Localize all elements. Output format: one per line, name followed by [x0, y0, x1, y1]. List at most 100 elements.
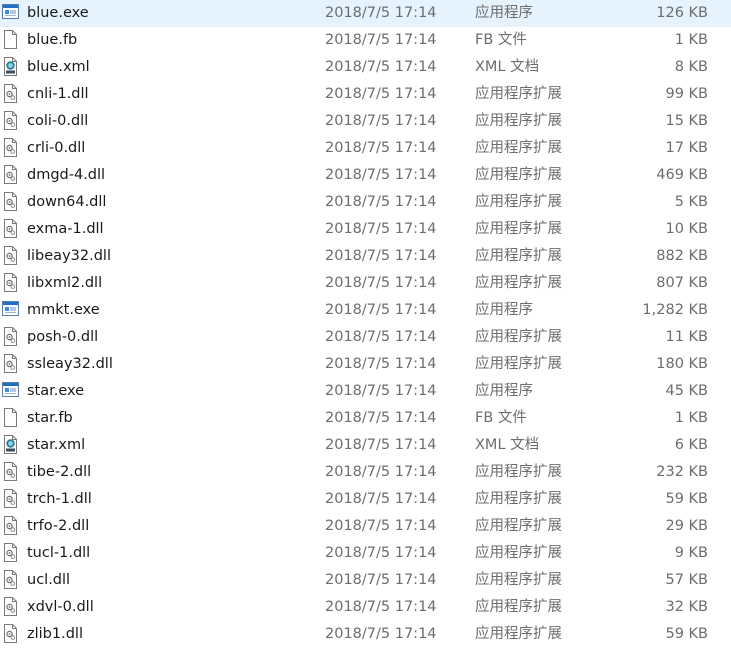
file-type: 应用程序扩展: [475, 329, 562, 345]
file-name: trfo-2.dll: [27, 518, 90, 534]
file-size: 32 KB: [665, 599, 708, 615]
file-date-modified: 2018/7/5 17:14: [325, 356, 437, 372]
file-type: FB 文件: [475, 32, 527, 48]
file-row[interactable]: mmkt.exe 2018/7/5 17:14 应用程序 1,282 KB: [0, 297, 731, 324]
file-size: 5 KB: [674, 194, 708, 210]
file-type: FB 文件: [475, 410, 527, 426]
file-date-modified: 2018/7/5 17:14: [325, 302, 437, 318]
file-date-modified: 2018/7/5 17:14: [325, 437, 437, 453]
dll-icon: [2, 543, 19, 562]
file-row[interactable]: cnli-1.dll 2018/7/5 17:14 应用程序扩展 99 KB: [0, 81, 731, 108]
file-date-modified: 2018/7/5 17:14: [325, 221, 437, 237]
file-row[interactable]: blue.exe 2018/7/5 17:14 应用程序 126 KB: [0, 0, 731, 27]
dll-icon: [2, 462, 19, 481]
file-row[interactable]: dmgd-4.dll 2018/7/5 17:14 应用程序扩展 469 KB: [0, 162, 731, 189]
file-row[interactable]: star.fb 2018/7/5 17:14 FB 文件 1 KB: [0, 405, 731, 432]
file-name: crli-0.dll: [27, 140, 86, 156]
file-size: 17 KB: [665, 140, 708, 156]
file-row[interactable]: tucl-1.dll 2018/7/5 17:14 应用程序扩展 9 KB: [0, 540, 731, 567]
file-row[interactable]: blue.xml 2018/7/5 17:14 XML 文档 8 KB: [0, 54, 731, 81]
file-date-modified: 2018/7/5 17:14: [325, 140, 437, 156]
file-type: XML 文档: [475, 437, 540, 453]
file-row[interactable]: trfo-2.dll 2018/7/5 17:14 应用程序扩展 29 KB: [0, 513, 731, 540]
file-size: 882 KB: [656, 248, 708, 264]
file-row[interactable]: star.xml 2018/7/5 17:14 XML 文档 6 KB: [0, 432, 731, 459]
file-type: 应用程序扩展: [475, 140, 562, 156]
blank-file-icon: [2, 30, 19, 49]
file-type: XML 文档: [475, 59, 540, 75]
file-size: 9 KB: [674, 545, 708, 561]
file-type: 应用程序扩展: [475, 626, 562, 642]
dll-icon: [2, 246, 19, 265]
file-row[interactable]: down64.dll 2018/7/5 17:14 应用程序扩展 5 KB: [0, 189, 731, 216]
file-date-modified: 2018/7/5 17:14: [325, 599, 437, 615]
file-type: 应用程序扩展: [475, 221, 562, 237]
file-row[interactable]: xdvl-0.dll 2018/7/5 17:14 应用程序扩展 32 KB: [0, 594, 731, 621]
file-row[interactable]: trch-1.dll 2018/7/5 17:14 应用程序扩展 59 KB: [0, 486, 731, 513]
file-name: cnli-1.dll: [27, 86, 89, 102]
file-row[interactable]: star.exe 2018/7/5 17:14 应用程序 45 KB: [0, 378, 731, 405]
dll-icon: [2, 354, 19, 373]
file-row[interactable]: exma-1.dll 2018/7/5 17:14 应用程序扩展 10 KB: [0, 216, 731, 243]
file-size: 1,282 KB: [642, 302, 708, 318]
file-date-modified: 2018/7/5 17:14: [325, 410, 437, 426]
file-size: 57 KB: [665, 572, 708, 588]
dll-icon: [2, 111, 19, 130]
file-name: xdvl-0.dll: [27, 599, 94, 615]
file-type: 应用程序扩展: [475, 356, 562, 372]
file-row[interactable]: libeay32.dll 2018/7/5 17:14 应用程序扩展 882 KB: [0, 243, 731, 270]
file-name: posh-0.dll: [27, 329, 99, 345]
file-row[interactable]: libxml2.dll 2018/7/5 17:14 应用程序扩展 807 KB: [0, 270, 731, 297]
file-row[interactable]: coli-0.dll 2018/7/5 17:14 应用程序扩展 15 KB: [0, 108, 731, 135]
file-row[interactable]: tibe-2.dll 2018/7/5 17:14 应用程序扩展 232 KB: [0, 459, 731, 486]
file-date-modified: 2018/7/5 17:14: [325, 329, 437, 345]
file-type: 应用程序: [475, 383, 533, 399]
file-row[interactable]: blue.fb 2018/7/5 17:14 FB 文件 1 KB: [0, 27, 731, 54]
exe-icon: [2, 381, 19, 400]
dll-icon: [2, 327, 19, 346]
file-date-modified: 2018/7/5 17:14: [325, 491, 437, 507]
dll-icon: [2, 624, 19, 643]
file-name: tucl-1.dll: [27, 545, 91, 561]
file-size: 29 KB: [665, 518, 708, 534]
file-size: 807 KB: [656, 275, 708, 291]
dll-icon: [2, 273, 19, 292]
file-name: trch-1.dll: [27, 491, 92, 507]
file-date-modified: 2018/7/5 17:14: [325, 518, 437, 534]
file-size: 1 KB: [674, 410, 708, 426]
exe-icon: [2, 3, 19, 22]
dll-icon: [2, 84, 19, 103]
dll-icon: [2, 138, 19, 157]
file-date-modified: 2018/7/5 17:14: [325, 464, 437, 480]
dll-icon: [2, 192, 19, 211]
file-row[interactable]: ucl.dll 2018/7/5 17:14 应用程序扩展 57 KB: [0, 567, 731, 594]
file-size: 6 KB: [674, 437, 708, 453]
file-date-modified: 2018/7/5 17:14: [325, 572, 437, 588]
file-row[interactable]: zlib1.dll 2018/7/5 17:14 应用程序扩展 59 KB: [0, 621, 731, 648]
file-name: star.xml: [27, 437, 86, 453]
file-row[interactable]: posh-0.dll 2018/7/5 17:14 应用程序扩展 11 KB: [0, 324, 731, 351]
file-date-modified: 2018/7/5 17:14: [325, 59, 437, 75]
file-type: 应用程序扩展: [475, 167, 562, 183]
file-type: 应用程序扩展: [475, 86, 562, 102]
file-name: coli-0.dll: [27, 113, 89, 129]
blank-file-icon: [2, 408, 19, 427]
file-size: 59 KB: [665, 626, 708, 642]
file-name: blue.exe: [27, 5, 89, 21]
dll-icon: [2, 516, 19, 535]
file-date-modified: 2018/7/5 17:14: [325, 626, 437, 642]
file-size: 180 KB: [656, 356, 708, 372]
file-name: libeay32.dll: [27, 248, 111, 264]
dll-icon: [2, 219, 19, 238]
file-row[interactable]: ssleay32.dll 2018/7/5 17:14 应用程序扩展 180 KB: [0, 351, 731, 378]
dll-icon: [2, 597, 19, 616]
dll-icon: [2, 570, 19, 589]
file-row[interactable]: crli-0.dll 2018/7/5 17:14 应用程序扩展 17 KB: [0, 135, 731, 162]
file-type: 应用程序扩展: [475, 194, 562, 210]
file-size: 232 KB: [656, 464, 708, 480]
file-type: 应用程序扩展: [475, 572, 562, 588]
file-name: ssleay32.dll: [27, 356, 113, 372]
file-type: 应用程序扩展: [475, 248, 562, 264]
file-type: 应用程序: [475, 302, 533, 318]
file-size: 11 KB: [665, 329, 708, 345]
